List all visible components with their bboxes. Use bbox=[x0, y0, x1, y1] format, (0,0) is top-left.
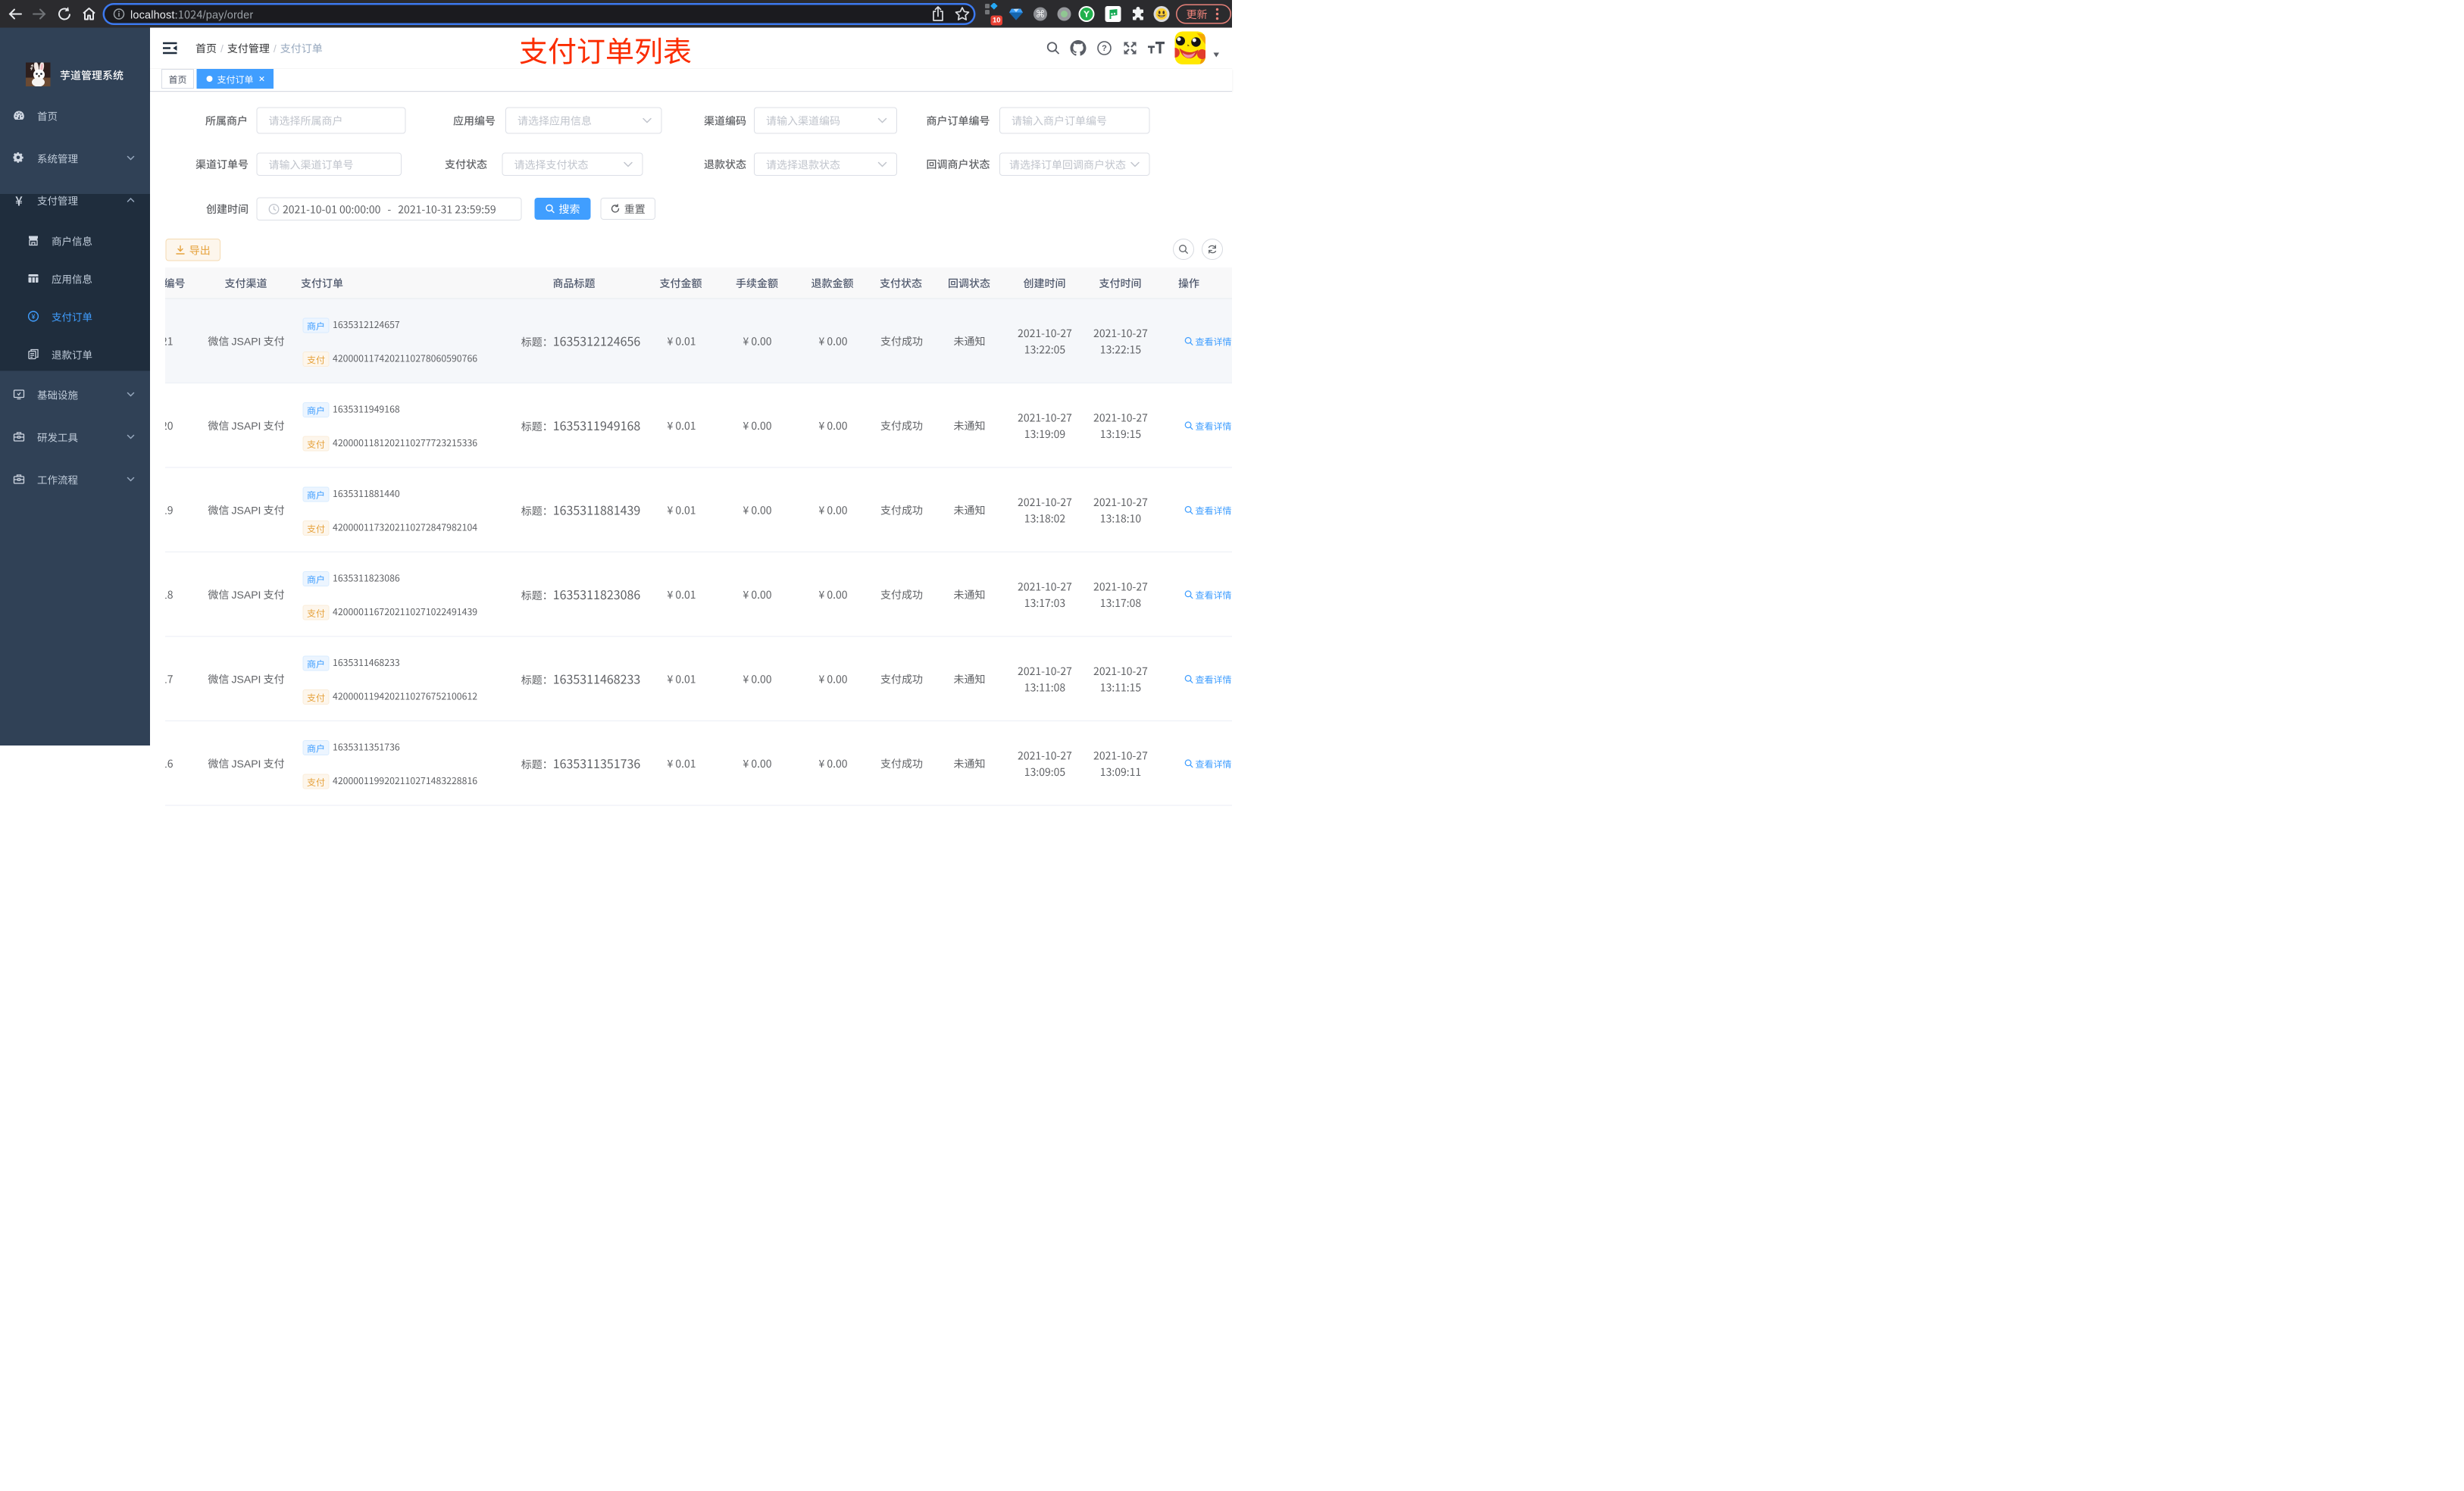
svg-text:?: ? bbox=[1102, 44, 1107, 53]
svg-text:⌘: ⌘ bbox=[1036, 8, 1046, 20]
svg-text:¥: ¥ bbox=[31, 311, 35, 321]
